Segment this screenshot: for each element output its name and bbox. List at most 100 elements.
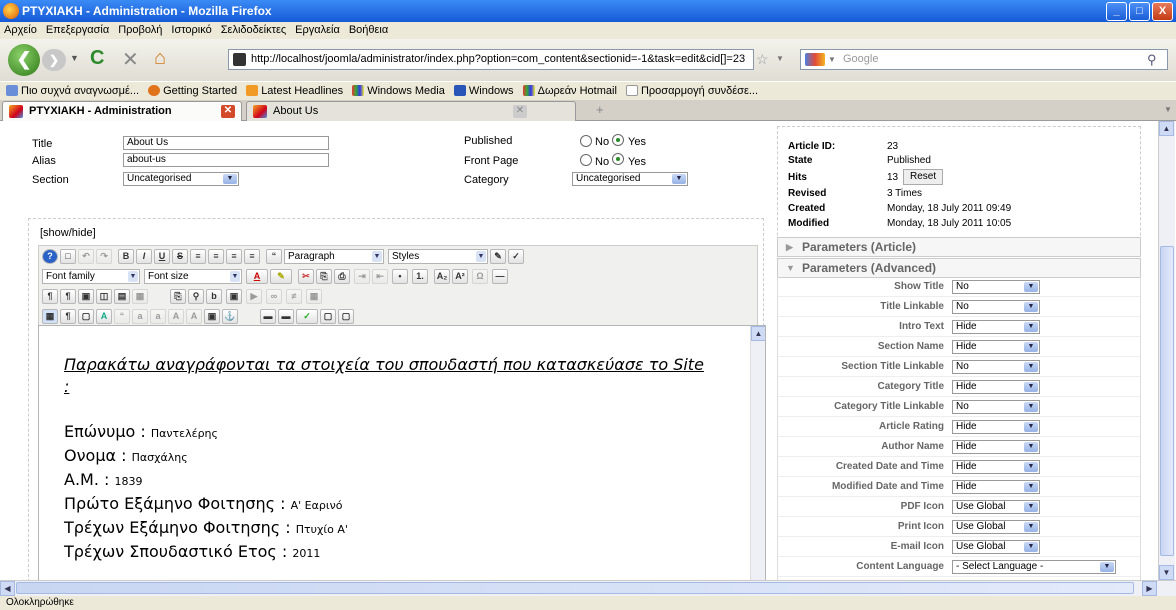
bold-icon[interactable]: B — [118, 249, 134, 264]
image-icon[interactable]: ▣ — [226, 289, 242, 304]
address-bar[interactable]: http://localhost/joomla/administrator/in… — [228, 49, 754, 70]
bullet-list-icon[interactable]: • — [392, 269, 408, 284]
style-props-icon[interactable]: A — [96, 309, 112, 324]
param-select[interactable]: No ▼ — [952, 400, 1040, 414]
eraser-icon[interactable]: ✎ — [490, 249, 506, 264]
param-select[interactable]: Hide ▼ — [952, 320, 1040, 334]
reset-hits-button[interactable]: Reset — [903, 169, 944, 185]
fullscreen-icon[interactable]: ▢ — [320, 309, 336, 324]
link-icon[interactable]: ∞ — [266, 289, 282, 304]
maximize-button[interactable]: □ — [1129, 2, 1150, 21]
font-family-select[interactable]: Font family ▼ — [42, 269, 140, 284]
align-justify-icon[interactable]: ≡ — [244, 249, 260, 264]
fullpage-icon[interactable]: ▢ — [338, 309, 354, 324]
acronym-icon[interactable]: a — [150, 309, 166, 324]
param-select[interactable]: No ▼ — [952, 280, 1040, 294]
ltr-icon[interactable]: ¶ — [42, 289, 58, 304]
paste-icon[interactable]: ⎙ — [334, 269, 350, 284]
italic-icon[interactable]: I — [136, 249, 152, 264]
superscript-icon[interactable]: A² — [452, 269, 468, 284]
highlight-color-icon[interactable]: ✎ — [270, 269, 292, 284]
alias-input[interactable]: about-us — [123, 153, 329, 167]
param-select[interactable]: No ▼ — [952, 360, 1040, 374]
new-tab-icon[interactable]: + — [596, 102, 604, 117]
styles-select[interactable]: Styles ▼ — [388, 249, 488, 264]
bookmark-getting-started[interactable]: Getting Started — [148, 82, 237, 97]
scroll-down-icon[interactable]: ▼ — [1159, 565, 1174, 580]
bookmark-most-visited[interactable]: Πιο συχνά αναγνωσμέ... — [6, 82, 139, 97]
ins-icon[interactable]: A — [186, 309, 202, 324]
menu-bookmarks[interactable]: Σελιδοδείκτες — [217, 22, 291, 36]
scroll-thumb[interactable] — [1160, 246, 1174, 556]
charmap-icon[interactable]: Ω — [472, 269, 488, 284]
cleanup-icon[interactable]: ✓ — [508, 249, 524, 264]
pagebreak-icon[interactable]: ▬ — [260, 309, 276, 324]
history-dropdown-icon[interactable]: ▼ — [70, 53, 79, 63]
numbered-list-icon[interactable]: 1. — [412, 269, 428, 284]
frontpage-no-radio[interactable] — [580, 154, 592, 166]
align-center-icon[interactable]: ≡ — [208, 249, 224, 264]
bookmark-hotmail[interactable]: Δωρεάν Hotmail — [522, 82, 617, 97]
menu-history[interactable]: Ιστορικό — [167, 22, 216, 36]
param-select[interactable]: Hide ▼ — [952, 440, 1040, 454]
home-icon[interactable]: ⌂ — [154, 47, 166, 70]
format-select[interactable]: Paragraph ▼ — [284, 249, 384, 264]
param-select[interactable]: Hide ▼ — [952, 340, 1040, 354]
engine-dropdown-icon[interactable]: ▼ — [828, 50, 836, 69]
category-select[interactable]: Uncategorised ▼ — [572, 172, 688, 186]
image-manager-icon[interactable]: ▣ — [204, 309, 220, 324]
minimize-button[interactable]: _ — [1106, 2, 1127, 21]
parameters-article-toggle[interactable]: ▶ Parameters (Article) — [777, 237, 1141, 257]
google-engine-icon[interactable] — [805, 53, 825, 66]
param-select[interactable]: Use Global ▼ — [952, 500, 1040, 514]
param-select[interactable]: Hide ▼ — [952, 480, 1040, 494]
insert-date-icon[interactable]: ▦ — [132, 289, 148, 304]
bookmark-windows-media[interactable]: Windows Media — [352, 82, 445, 97]
search-input[interactable]: ▼ Google ⚲ — [800, 49, 1168, 70]
abbr-icon[interactable]: a — [132, 309, 148, 324]
close-window-button[interactable]: X — [1152, 2, 1173, 21]
copy-icon[interactable]: ⎘ — [316, 269, 332, 284]
preview-icon[interactable]: ◫ — [96, 289, 112, 304]
bookmark-windows[interactable]: Windows — [453, 82, 514, 97]
scroll-left-icon[interactable]: ◀ — [0, 581, 15, 596]
help-icon[interactable]: ? — [42, 249, 58, 264]
editor-content-area[interactable]: Παρακάτω αναγράφονται τα στοιχεία του σπ… — [38, 325, 766, 582]
scroll-up-icon[interactable]: ▲ — [1159, 121, 1174, 136]
table-icon[interactable]: ▦ — [306, 289, 322, 304]
media-icon[interactable]: ▶ — [246, 289, 262, 304]
bookmark-latest-headlines[interactable]: Latest Headlines — [246, 82, 343, 97]
param-select[interactable]: Hide ▼ — [952, 380, 1040, 394]
tab-administration[interactable]: PTYXIAKH - Administration ✕ — [2, 101, 242, 121]
show-hide-link[interactable]: [show/hide] — [40, 227, 96, 239]
strikethrough-icon[interactable]: S — [172, 249, 188, 264]
search-magnifier-icon[interactable]: ⚲ — [1147, 50, 1157, 69]
outdent-icon[interactable]: ⇤ — [372, 269, 388, 284]
anchor-icon[interactable]: ⚓ — [222, 309, 238, 324]
save-icon[interactable]: ▣ — [78, 289, 94, 304]
replace-icon[interactable]: b — [206, 289, 222, 304]
unlink-icon[interactable]: ≠ — [286, 289, 302, 304]
tab-close-icon[interactable]: ✕ — [513, 105, 527, 118]
undo-icon[interactable]: ↶ — [78, 249, 94, 264]
bookmark-star-icon[interactable]: ☆ — [756, 51, 769, 68]
visual-aid-icon[interactable]: ▦ — [42, 309, 58, 324]
menu-help[interactable]: Βοήθεια — [345, 22, 393, 36]
url-dropdown-icon[interactable]: ▼ — [776, 54, 784, 63]
del-icon[interactable]: A — [168, 309, 184, 324]
menu-file[interactable]: Αρχείο — [0, 22, 42, 36]
title-input[interactable]: About Us — [123, 136, 329, 150]
cite-icon[interactable]: “ — [114, 309, 130, 324]
stop-icon[interactable]: ✕ — [122, 47, 139, 72]
find-icon[interactable]: ⚲ — [188, 289, 204, 304]
parameters-advanced-toggle[interactable]: ▼ Parameters (Advanced) — [777, 258, 1141, 278]
template-icon[interactable]: ▤ — [114, 289, 130, 304]
indent-icon[interactable]: ⇥ — [354, 269, 370, 284]
param-select[interactable]: - Select Language - ▼ — [952, 560, 1116, 574]
section-select[interactable]: Uncategorised ▼ — [123, 172, 239, 186]
print-icon[interactable]: ⎘ — [170, 289, 186, 304]
subscript-icon[interactable]: A₂ — [434, 269, 450, 284]
bookmark-customize-links[interactable]: Προσαρμογή συνδέσε... — [625, 82, 758, 97]
scroll-thumb[interactable] — [16, 582, 1134, 594]
page-horizontal-scrollbar[interactable]: ◀ ▶ — [0, 580, 1176, 596]
